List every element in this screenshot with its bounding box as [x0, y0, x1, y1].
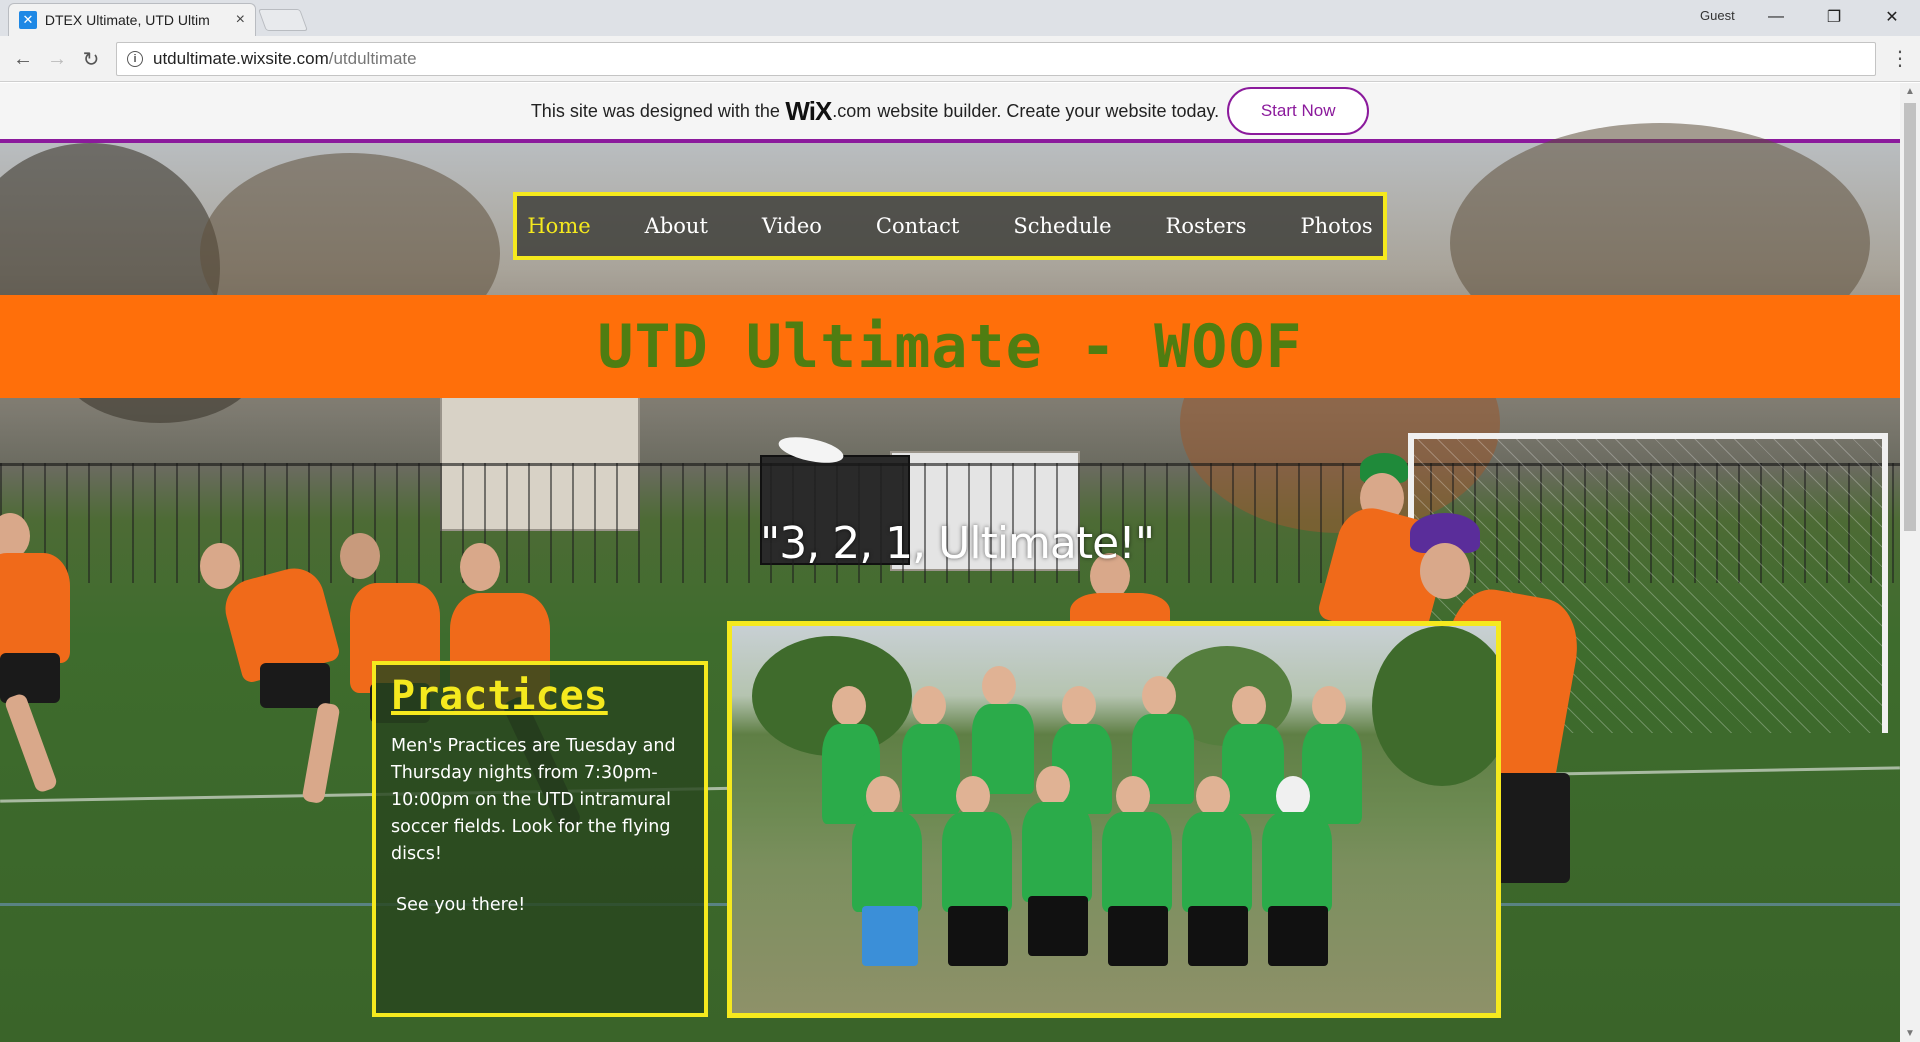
practices-text: Men's Practices are Tuesday and Thursday… — [391, 736, 676, 864]
tab-title: DTEX Ultimate, UTD Ultim — [44, 12, 210, 28]
nav-rosters[interactable]: Rosters — [1139, 214, 1274, 238]
browser-tab[interactable]: ✕ DTEX Ultimate, UTD Ultim × — [8, 3, 256, 36]
reload-icon[interactable]: ↻ — [78, 46, 104, 72]
site-title-band: UTD Ultimate - WOOF — [0, 295, 1900, 398]
site-info-icon[interactable]: i — [127, 51, 143, 67]
profile-label[interactable]: Guest — [1700, 8, 1735, 23]
nav-schedule[interactable]: Schedule — [986, 214, 1138, 238]
wix-favicon-icon: ✕ — [19, 11, 37, 29]
site-title: UTD Ultimate - WOOF — [597, 311, 1303, 382]
scroll-thumb[interactable] — [1904, 103, 1916, 531]
wix-logo: WiX — [785, 95, 832, 126]
tab-close-icon[interactable]: × — [236, 11, 245, 29]
nav-about[interactable]: About — [618, 214, 735, 238]
team-photo — [727, 621, 1501, 1018]
tagline: "3, 2, 1, Ultimate!" — [760, 518, 1155, 569]
practices-heading[interactable]: Practices — [391, 673, 689, 719]
browser-tabstrip: ✕ DTEX Ultimate, UTD Ultim × Guest — ❐ ✕ — [0, 0, 1920, 36]
new-tab-button[interactable] — [257, 9, 309, 31]
page-viewport: This site was designed with the WiX .com … — [0, 83, 1900, 1042]
page-scrollbar[interactable]: ▲ ▼ — [1900, 83, 1920, 1042]
scroll-up-icon[interactable]: ▲ — [1905, 86, 1915, 97]
close-window-icon[interactable]: ✕ — [1870, 4, 1914, 30]
scroll-down-icon[interactable]: ▼ — [1905, 1028, 1915, 1039]
site-nav-menu: Home About Video Contact Schedule Roster… — [513, 192, 1387, 260]
wix-logo-suffix: .com — [832, 100, 872, 121]
browser-menu-icon[interactable]: ⋮ — [1890, 46, 1910, 71]
url-host: utdultimate.wixsite.com — [153, 49, 329, 68]
url-path: /utdultimate — [328, 49, 417, 68]
nav-home[interactable]: Home — [500, 214, 617, 238]
maximize-icon[interactable]: ❐ — [1812, 4, 1856, 30]
browser-toolbar: ← → ↻ i utdultimate.wixsite.com/utdultim… — [0, 36, 1920, 82]
nav-video[interactable]: Video — [735, 214, 849, 238]
minimize-icon[interactable]: — — [1754, 4, 1798, 30]
practices-box: Practices Men's Practices are Tuesday an… — [372, 661, 708, 1017]
wix-banner-text: This site was designed with the — [530, 100, 780, 121]
back-icon[interactable]: ← — [10, 46, 36, 72]
practices-closing: See you there! — [396, 895, 526, 915]
nav-contact[interactable]: Contact — [849, 214, 986, 238]
wix-banner-text-after: website builder. Create your website tod… — [877, 100, 1220, 121]
forward-icon[interactable]: → — [44, 46, 70, 72]
address-bar[interactable]: i utdultimate.wixsite.com/utdultimate — [116, 42, 1876, 76]
start-now-button[interactable]: Start Now — [1227, 87, 1370, 135]
nav-photos[interactable]: Photos — [1273, 214, 1399, 238]
